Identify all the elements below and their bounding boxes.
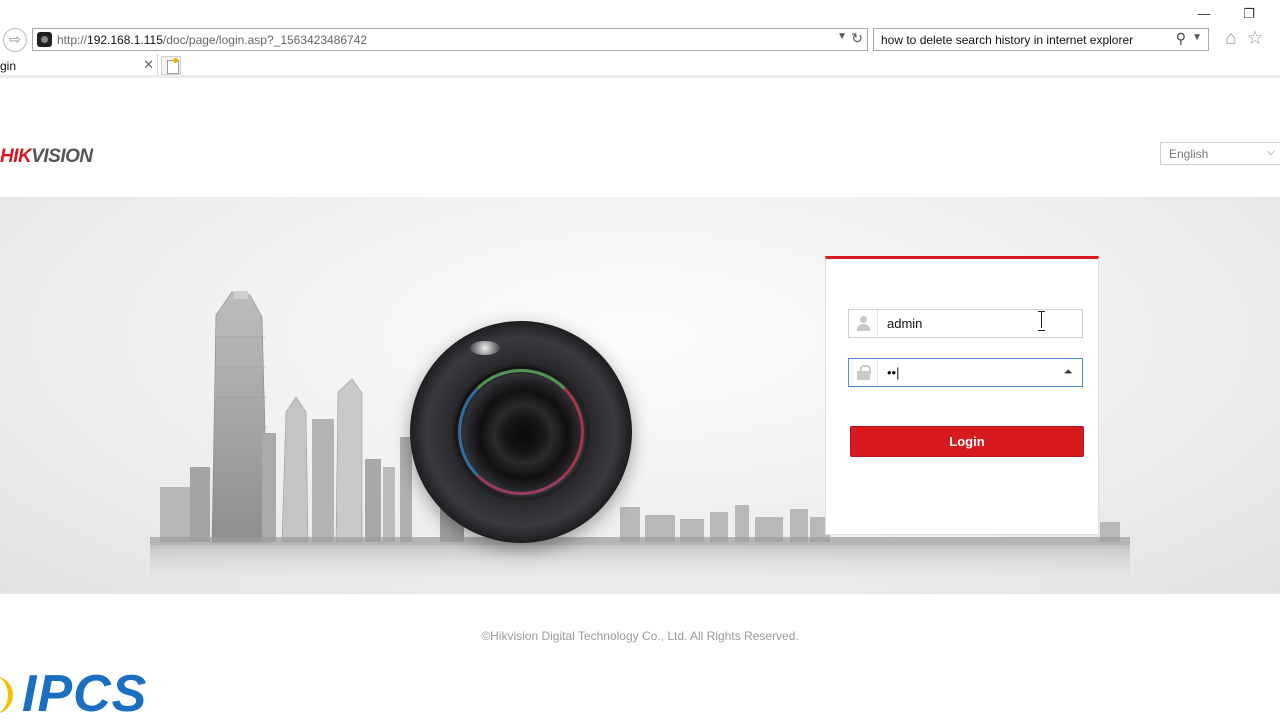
username-field[interactable]: admin (848, 309, 1083, 338)
arrow-right-icon: ⇨ (9, 31, 21, 47)
search-dropdown-icon[interactable]: ▼ (1192, 32, 1202, 43)
search-box[interactable]: how to delete search history in internet… (873, 28, 1209, 51)
restore-button[interactable]: ❐ (1238, 4, 1260, 24)
browser-tab[interactable]: gin ✕ (0, 54, 158, 77)
language-value: English (1169, 147, 1209, 161)
language-select[interactable]: English ⌵ (1160, 142, 1280, 165)
login-button[interactable]: Login (850, 426, 1084, 457)
ipcs-watermark: IPCS (22, 665, 148, 723)
password-value: ••| (887, 365, 900, 380)
minimize-button[interactable]: — (1193, 4, 1215, 24)
show-password-icon[interactable]: ⏶ (1061, 366, 1075, 378)
address-url: http://192.168.1.115/doc/page/login.asp?… (57, 33, 368, 47)
home-icon[interactable]: ⌂ (1220, 28, 1242, 50)
browser-chrome: — ❐ ⇨ http://192.168.1.115/doc/page/logi… (0, 0, 1280, 78)
star-icon[interactable]: ☆ (1244, 28, 1266, 50)
search-icon[interactable]: ⚲ (1176, 30, 1186, 47)
back-button[interactable]: ⇨ (3, 28, 27, 52)
chevron-down-icon: ⌵ (1266, 146, 1275, 158)
ipcs-logo-arc-icon (0, 672, 14, 716)
camera-lens-image (410, 321, 632, 543)
address-dropdown-icon[interactable]: ▼ (837, 31, 847, 42)
login-panel: admin ••| ⏶ Login (825, 256, 1099, 535)
lens-ring (458, 369, 584, 495)
username-value: admin (887, 316, 923, 331)
copyright-text: ©Hikvision Digital Technology Co., Ltd. … (481, 629, 799, 643)
refresh-icon[interactable]: ↻ (851, 30, 863, 47)
new-tab-button[interactable] (161, 56, 181, 75)
search-query: how to delete search history in internet… (881, 33, 1134, 47)
user-icon (849, 310, 878, 337)
lens-glint (470, 341, 500, 355)
lock-icon (849, 359, 878, 386)
address-bar[interactable]: http://192.168.1.115/doc/page/login.asp?… (32, 28, 868, 51)
hikvision-logo: HIKVISION (0, 146, 93, 167)
chrome-divider (0, 75, 1280, 78)
close-icon[interactable]: ✕ (143, 57, 154, 73)
tab-title: gin (0, 59, 17, 73)
site-favicon-icon (37, 32, 52, 47)
password-field[interactable]: ••| ⏶ (848, 358, 1083, 387)
text-cursor-icon (1037, 311, 1047, 331)
